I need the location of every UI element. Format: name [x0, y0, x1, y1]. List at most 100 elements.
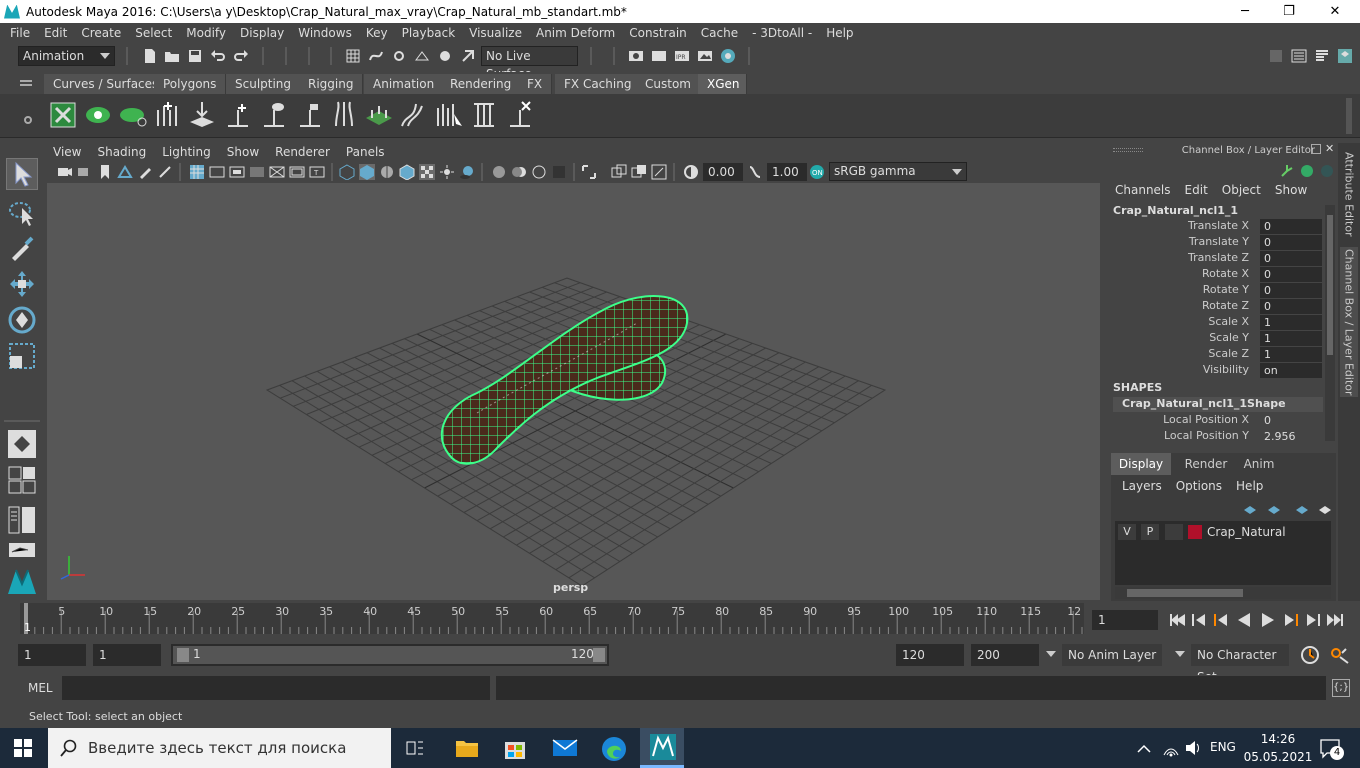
xgen-delete-guides-icon[interactable] — [506, 100, 536, 128]
xray-joints-icon[interactable] — [631, 164, 647, 180]
render-current-frame-icon[interactable] — [651, 48, 667, 64]
attr-value[interactable]: 0 — [1260, 283, 1322, 298]
live-surface-field[interactable]: No Live Surface — [481, 46, 578, 81]
layer-tab-display[interactable]: Display — [1111, 453, 1171, 475]
shadows-icon[interactable] — [459, 164, 475, 180]
snap-surface-icon[interactable] — [437, 48, 453, 64]
workspace-toggle-icon[interactable] — [1268, 48, 1284, 64]
viewport-menu-panels[interactable]: Panels — [338, 145, 393, 159]
snap-curve-icon[interactable] — [368, 48, 384, 64]
side-tab-attribute-editor[interactable]: Attribute Editor — [1340, 149, 1358, 239]
step-back-key-icon[interactable] — [1210, 611, 1232, 629]
ambient-occlusion-icon[interactable] — [491, 164, 507, 180]
attr-rotate-x[interactable]: Rotate X 0 — [1105, 267, 1325, 283]
attr-value[interactable]: 0 — [1260, 299, 1322, 314]
redo-icon[interactable] — [233, 48, 249, 64]
xgen-guide-visibility-icon[interactable] — [260, 100, 288, 128]
single-pane-layout-icon[interactable] — [6, 428, 38, 460]
attr-local-position-y[interactable]: Local Position Y 2.956 — [1105, 429, 1325, 445]
xgen-groom-icon[interactable] — [398, 100, 426, 128]
gate-mask-icon[interactable] — [249, 164, 265, 180]
wireframe-on-shaded-icon[interactable] — [399, 164, 415, 180]
attr-value[interactable]: 2.956 — [1260, 429, 1322, 444]
step-forward-icon[interactable] — [1302, 611, 1324, 629]
edge-browser-icon[interactable] — [601, 736, 627, 762]
attr-value[interactable]: on — [1260, 363, 1322, 378]
shelf-scrollbar[interactable] — [1346, 98, 1352, 134]
anti-aliasing-icon[interactable] — [531, 164, 547, 180]
range-slider-bar[interactable] — [173, 646, 607, 664]
menu-key[interactable]: Key — [359, 26, 395, 40]
attr-value[interactable]: 0 — [1260, 219, 1322, 234]
motion-blur-icon[interactable] — [511, 164, 527, 180]
task-view-icon[interactable] — [405, 738, 425, 758]
clock-date[interactable]: 05.05.2021 — [1242, 750, 1314, 764]
snap-grid-icon[interactable] — [345, 48, 361, 64]
channel-menu-object[interactable]: Object — [1222, 183, 1261, 197]
shelf-menu-icon[interactable] — [20, 80, 32, 82]
windows-start-icon[interactable] — [14, 739, 32, 757]
bookmark-icon[interactable] — [97, 164, 113, 180]
open-scene-icon[interactable] — [164, 48, 180, 64]
viewport-menu-shading[interactable]: Shading — [89, 145, 154, 159]
step-forward-key-icon[interactable] — [1280, 611, 1302, 629]
grid-toggle-icon[interactable] — [189, 164, 205, 180]
shelf-tab-rigging[interactable]: Rigging — [299, 74, 364, 94]
attr-scale-z[interactable]: Scale Z 1 — [1105, 347, 1325, 363]
xgen-interactive-groom-icon[interactable] — [434, 100, 464, 128]
shelf-tab-sculpting[interactable]: Sculpting — [226, 74, 302, 94]
channel-menu-show[interactable]: Show — [1275, 183, 1307, 197]
select-tool-button[interactable] — [6, 158, 38, 190]
snap-view-plane-icon[interactable] — [414, 48, 430, 64]
gamma-field[interactable]: 1.00 — [767, 163, 807, 181]
attr-rotate-z[interactable]: Rotate Z 0 — [1105, 299, 1325, 315]
safe-title-icon[interactable]: T — [309, 164, 325, 180]
menu-set-dropdown[interactable]: Animation — [18, 46, 115, 66]
viewport-menu-lighting[interactable]: Lighting — [154, 145, 219, 159]
shelf-tab-curves-surfaces[interactable]: Curves / Surfaces — [44, 74, 169, 94]
menu-3dtoall[interactable]: - 3DtoAll - — [745, 26, 819, 40]
safe-action-icon[interactable] — [289, 164, 305, 180]
range-slider[interactable]: 1 120 — [171, 644, 609, 666]
xgen-guide-length-icon[interactable] — [470, 100, 498, 128]
isolate-select-icon[interactable] — [581, 164, 597, 180]
file-explorer-icon[interactable] — [455, 737, 479, 759]
film-gate-icon[interactable] — [209, 164, 225, 180]
animation-start-field[interactable]: 1 — [18, 644, 86, 666]
attribute-editor-toggle-icon[interactable] — [1314, 48, 1330, 64]
shelf-tab-polygons[interactable]: Polygons — [154, 74, 227, 94]
playback-start-field[interactable]: 1 — [93, 644, 161, 666]
viewport-menu-view[interactable]: View — [45, 145, 89, 159]
current-frame-field[interactable]: 1 — [1092, 610, 1158, 630]
scrollbar-thumb[interactable] — [1127, 589, 1243, 597]
create-empty-layer-icon[interactable] — [1294, 501, 1310, 517]
microsoft-store-icon[interactable] — [504, 736, 526, 760]
command-input[interactable] — [62, 676, 490, 700]
layer-scrollbar[interactable] — [1115, 587, 1331, 599]
close-button[interactable]: ✕ — [1312, 0, 1358, 23]
play-backwards-icon[interactable] — [1232, 611, 1256, 629]
move-tool-icon[interactable] — [6, 268, 38, 300]
two-d-pan-zoom-icon[interactable] — [157, 164, 173, 180]
attr-translate-y[interactable]: Translate Y 0 — [1105, 235, 1325, 251]
attr-translate-z[interactable]: Translate Z 0 — [1105, 251, 1325, 267]
field-chart-icon[interactable] — [269, 164, 285, 180]
menu-select[interactable]: Select — [128, 26, 179, 40]
xgen-editor-icon[interactable] — [50, 102, 76, 128]
lasso-tool-icon[interactable] — [6, 196, 38, 228]
playback-end-field[interactable]: 120 — [896, 644, 964, 666]
save-scene-icon[interactable] — [187, 48, 203, 64]
hypershade-icon[interactable] — [720, 48, 736, 64]
animation-end-field[interactable]: 200 — [971, 644, 1039, 666]
side-tab-channel-box[interactable]: Channel Box / Layer Editor — [1340, 247, 1358, 397]
mail-icon[interactable] — [552, 738, 578, 758]
paint-select-tool-icon[interactable] — [6, 232, 38, 264]
close-panel-icon[interactable]: ✕ — [1325, 142, 1334, 155]
show-hidden-icons-icon[interactable] — [1136, 741, 1152, 755]
menu-edit[interactable]: Edit — [37, 26, 74, 40]
ipr-render-icon[interactable]: IPR — [674, 48, 690, 64]
depth-of-field-icon[interactable] — [551, 164, 567, 180]
clock-time[interactable]: 14:26 — [1248, 732, 1308, 746]
exposure-field[interactable]: 0.00 — [703, 163, 743, 181]
color-management-icon[interactable]: ON — [809, 164, 825, 180]
